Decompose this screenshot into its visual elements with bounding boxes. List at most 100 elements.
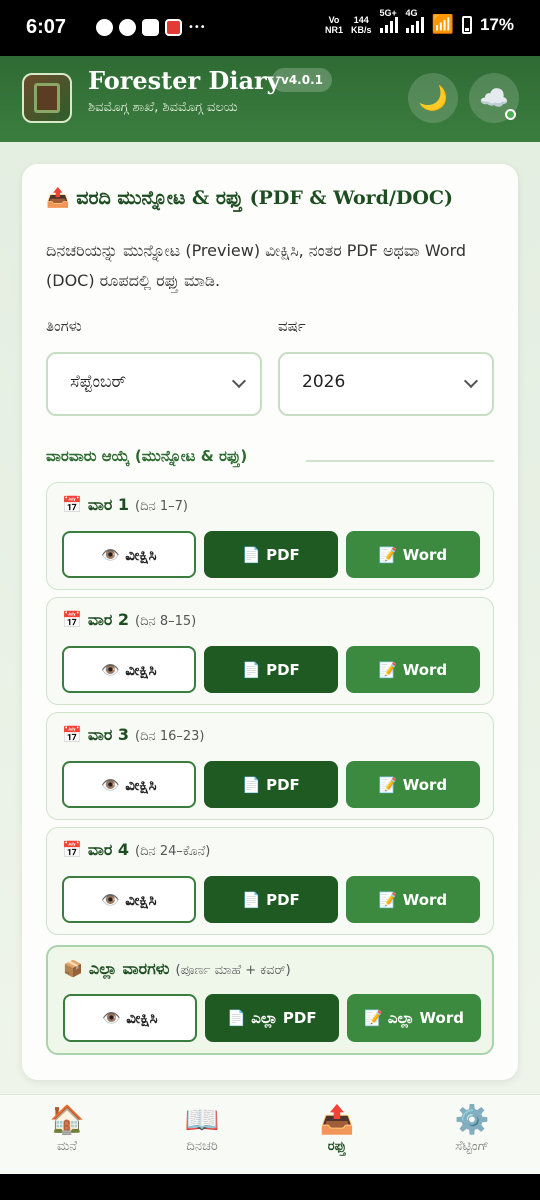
word-all-button[interactable]: 📝 ಎಲ್ಲಾ Word	[347, 994, 481, 1042]
section-divider	[306, 460, 494, 462]
word-button[interactable]: 📝 Word	[346, 761, 480, 808]
year-label: ವರ್ಷ	[278, 317, 306, 335]
calendar-icon: 📅	[62, 495, 82, 514]
week-header: 📅 ವಾರ 4 (ದಿನ 24–ಕೊನೆ)	[62, 840, 210, 860]
moon-icon: 🌙	[418, 84, 448, 112]
pdf-button[interactable]: 📄 PDF	[204, 761, 338, 808]
version-badge: v4.0.1	[272, 68, 332, 92]
preview-button[interactable]: 👁️ ವೀಕ್ಷಿಸಿ	[62, 531, 196, 578]
calendar-icon: 📅	[62, 840, 82, 859]
month-select-value: ಸೆಪ್ಟೆಂಬರ್	[70, 372, 127, 392]
card-description: ದಿನಚರಿಯನ್ನು ಮುನ್ನೋಟ (Preview) ವೀಕ್ಷಿಸಿ, …	[46, 241, 467, 290]
clock: 6:07	[26, 16, 67, 38]
chevron-down-icon	[463, 373, 479, 389]
weekly-section-heading: ವಾರವಾರು ಆಯ್ಕೆ (ಮುನ್ನೋಟ & ರಫ್ತು)	[46, 447, 248, 465]
app-title: Forester Diary	[88, 66, 281, 95]
week-header: 📅 ವಾರ 2 (ದಿನ 8–15)	[62, 610, 196, 630]
word-button[interactable]: 📝 Word	[346, 531, 480, 578]
week-card-1: 📅 ವಾರ 1 (ದಿನ 1–7) 👁️ ವೀಕ್ಷಿಸಿ 📄 PDF 📝 Wo…	[46, 482, 494, 590]
speed-value: 144	[353, 14, 369, 25]
signal-bars-icon	[379, 16, 398, 33]
branch-subtitle: ಶಿವಮೊಗ್ಗ ಶಾಖೆ, ಶಿವಮೊಗ್ಗ ವಲಯ	[88, 100, 238, 115]
pdf-button[interactable]: 📄 PDF	[204, 531, 338, 578]
calendar-icon: 📅	[62, 610, 82, 629]
nav-label: ಸೆಟ್ಟಿಂಗ್	[455, 1139, 489, 1154]
notification-icons: •••	[96, 19, 206, 36]
nav-label: ಮನೆ	[56, 1139, 78, 1154]
online-status-dot	[505, 109, 516, 120]
week-name: ವಾರ 2	[87, 610, 130, 629]
week-name: ವಾರ 1	[87, 495, 130, 514]
month-select[interactable]: ಸೆಪ್ಟೆಂಬರ್	[46, 352, 262, 416]
preview-button[interactable]: 👁️ ವೀಕ್ಷಿಸಿ	[62, 761, 196, 808]
preview-all-button[interactable]: 👁️ ವೀಕ್ಷಿಸಿ	[63, 994, 197, 1042]
all-weeks-header: 📦 ಎಲ್ಲಾ ವಾರಗಳು (ಪೂರ್ಣ ಮಾಹೆ + ಕವರ್)	[63, 959, 291, 979]
battery-icon	[461, 15, 472, 34]
calendar-icon: 📅	[62, 725, 82, 744]
volte-indicator: Vo NR1	[325, 15, 343, 35]
more-notifications-icon: •••	[188, 22, 206, 33]
app-header: Forester Diary v4.0.1 ಶಿವಮೊಗ್ಗ ಶಾಖೆ, ಶಿವ…	[0, 56, 540, 142]
week-header: 📅 ವಾರ 3 (ದಿನ 16–23)	[62, 725, 205, 745]
year-select[interactable]: 2026	[278, 352, 494, 416]
outbox-icon: 📤	[46, 187, 70, 209]
battery-percent: 17%	[479, 14, 514, 34]
week-range: (ದಿನ 1–7)	[135, 499, 188, 514]
app-logo-icon	[22, 73, 72, 123]
app-notification-icon	[142, 19, 159, 36]
status-bar: 6:07 ••• Vo NR1 144 KB/s 5G+ 4G 📶 17%	[0, 0, 540, 56]
word-button[interactable]: 📝 Word	[346, 646, 480, 693]
network-speed: 144 KB/s	[351, 15, 372, 35]
all-weeks-range: (ಪೂರ್ಣ ಮಾಹೆ + ಕವರ್)	[175, 963, 291, 978]
nav-home[interactable]: 🏠 ಮನೆ	[17, 1103, 117, 1154]
bottom-navigation: 🏠 ಮನೆ 📖 ದಿನಚರಿ 📤 ರಫ್ತು ⚙️ ಸೆಟ್ಟಿಂಗ್	[0, 1094, 540, 1174]
month-label: ತಿಂಗಳು	[46, 317, 82, 335]
whatsapp-icon	[96, 19, 113, 36]
card-title: 📤 ವರದಿ ಮುನ್ನೋಟ & ರಫ್ತು (PDF & Word/DOC)	[46, 186, 453, 209]
all-weeks-name: ಎಲ್ಲಾ ವಾರಗಳು	[88, 959, 170, 978]
week-card-4: 📅 ವಾರ 4 (ದಿನ 24–ಕೊನೆ) 👁️ ವೀಕ್ಷಿಸಿ 📄 PDF …	[46, 827, 494, 935]
week-header: 📅 ವಾರ 1 (ದಿನ 1–7)	[62, 495, 188, 515]
speed-unit: KB/s	[351, 24, 372, 35]
week-name: ವಾರ 4	[87, 840, 130, 859]
system-navigation-bar	[0, 1174, 540, 1200]
package-icon: 📦	[63, 959, 83, 978]
cloud-icon: ☁️	[479, 84, 509, 112]
year-select-value: 2026	[302, 372, 346, 392]
nav-diary[interactable]: 📖 ದಿನಚರಿ	[152, 1103, 252, 1154]
volte-label-bottom: NR1	[325, 24, 344, 35]
all-weeks-card: 📦 ಎಲ್ಲಾ ವಾರಗಳು (ಪೂರ್ಣ ಮಾಹೆ + ಕವರ್) 👁️ ವೀ…	[46, 945, 494, 1055]
nav-export[interactable]: 📤 ರಫ್ತು	[287, 1103, 387, 1154]
chat-bubble-icon	[119, 19, 136, 36]
card-title-text: ವರದಿ ಮುನ್ನೋಟ & ರಫ್ತು (PDF & Word/DOC)	[76, 187, 454, 209]
signal-4g: 4G	[405, 8, 424, 33]
pdf-button[interactable]: 📄 PDF	[204, 876, 338, 923]
week-range: (ದಿನ 24–ಕೊನೆ)	[135, 844, 211, 859]
nav-settings[interactable]: ⚙️ ಸೆಟ್ಟಿಂಗ್	[422, 1103, 522, 1154]
week-range: (ದಿನ 16–23)	[135, 729, 205, 744]
preview-button[interactable]: 👁️ ವೀಕ್ಷಿಸಿ	[62, 646, 196, 693]
book-icon: 📖	[184, 1103, 220, 1136]
chevron-down-icon	[231, 373, 247, 389]
week-name: ವಾರ 3	[87, 725, 130, 744]
gear-icon: ⚙️	[454, 1103, 490, 1136]
week-card-3: 📅 ವಾರ 3 (ದಿನ 16–23) 👁️ ವೀಕ್ಷಿಸಿ 📄 PDF 📝 …	[46, 712, 494, 820]
dark-mode-toggle[interactable]: 🌙	[408, 73, 458, 123]
wifi-icon: 📶	[431, 14, 454, 34]
preview-button[interactable]: 👁️ ವೀಕ್ಷಿಸಿ	[62, 876, 196, 923]
shopping-bag-icon	[165, 19, 182, 36]
volte-label-top: Vo	[328, 14, 340, 25]
word-button[interactable]: 📝 Word	[346, 876, 480, 923]
system-indicators: Vo NR1 144 KB/s 5G+ 4G 📶 17%	[325, 8, 514, 35]
pdf-all-button[interactable]: 📄 ಎಲ್ಲಾ PDF	[205, 994, 339, 1042]
pdf-button[interactable]: 📄 PDF	[204, 646, 338, 693]
signal-2-label: 4G	[405, 7, 418, 18]
week-range: (ದಿನ 8–15)	[135, 614, 197, 629]
home-icon: 🏠	[49, 1103, 85, 1136]
week-card-2: 📅 ವಾರ 2 (ದಿನ 8–15) 👁️ ವೀಕ್ಷಿಸಿ 📄 PDF 📝 W…	[46, 597, 494, 705]
signal-1-label: 5G+	[379, 7, 397, 18]
nav-label: ದಿನಚರಿ	[186, 1139, 218, 1154]
outbox-icon: 📤	[319, 1103, 355, 1136]
signal-5g: 5G+	[379, 8, 398, 33]
nav-label: ರಫ್ತು	[327, 1139, 347, 1154]
